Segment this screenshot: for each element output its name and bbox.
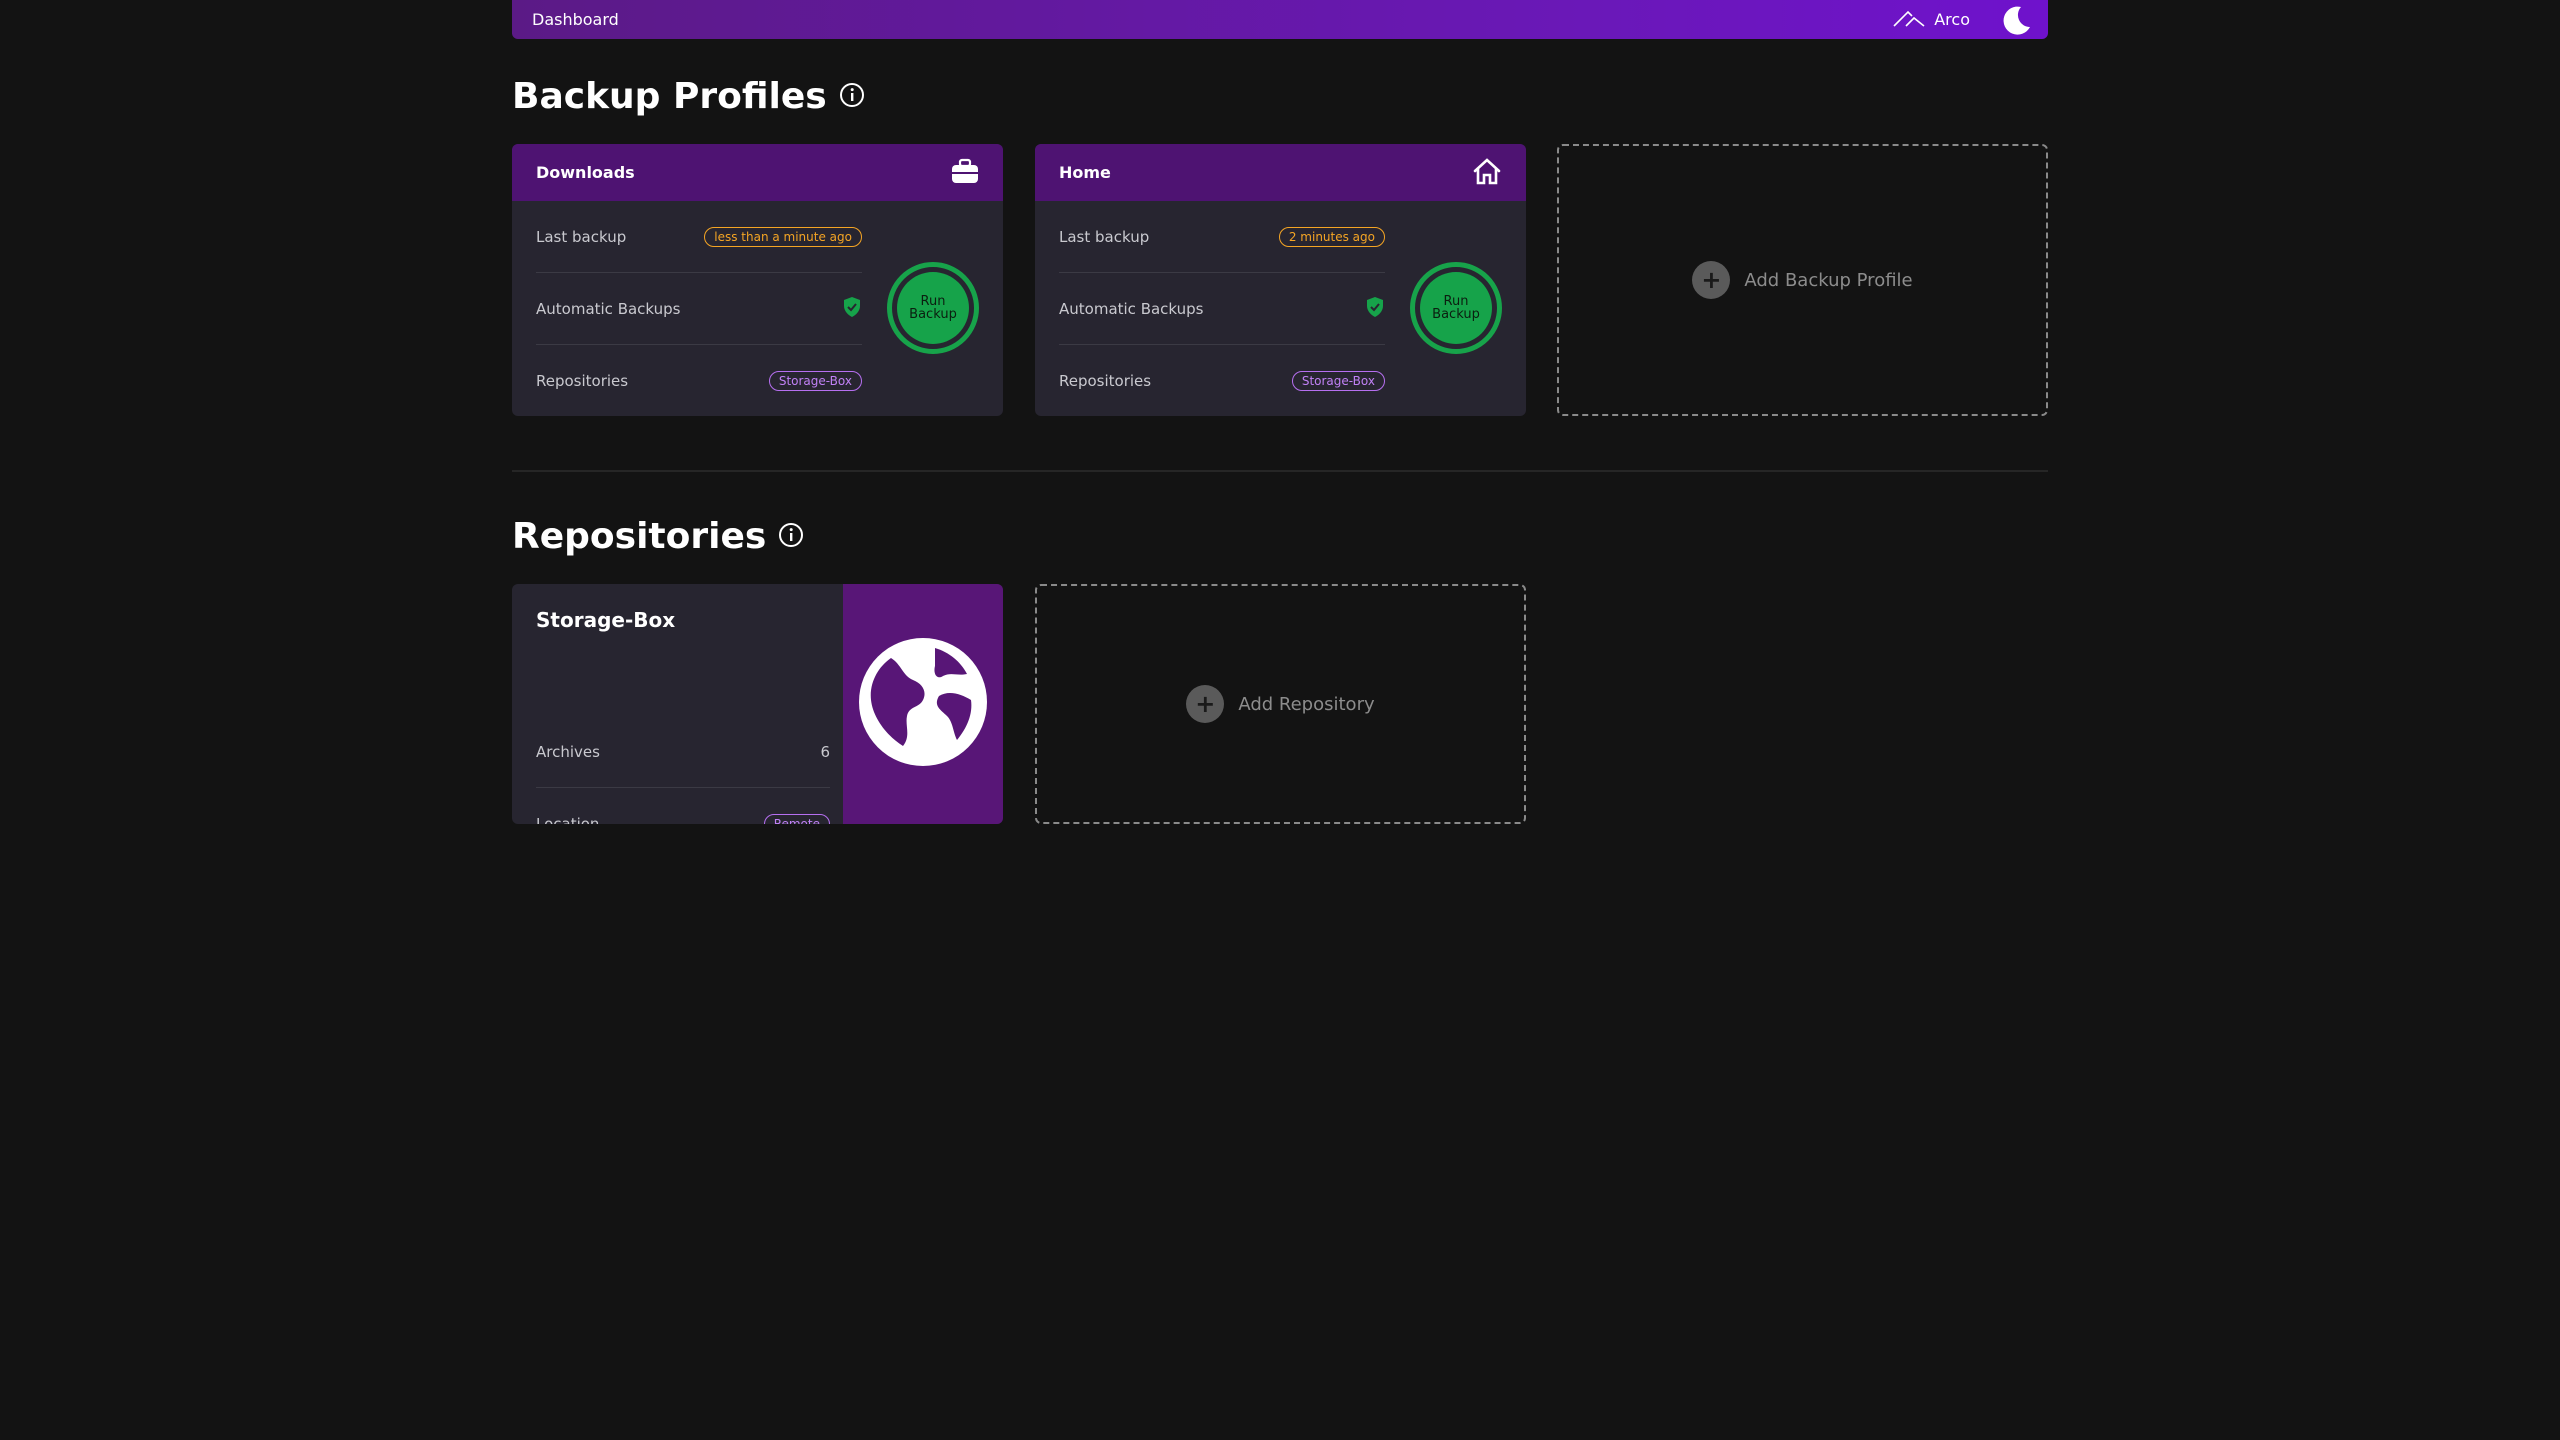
archives-row: Archives 6 [536, 716, 830, 788]
shield-check-icon [1365, 296, 1385, 322]
repository-name: Storage-Box [536, 608, 676, 632]
repositories-row: Repositories Storage-Box [1059, 345, 1385, 416]
repositories-heading: Repositories [512, 516, 804, 557]
profile-name: Downloads [536, 163, 635, 182]
last-backup-row: Last backup less than a minute ago [536, 201, 862, 273]
profile-name: Home [1059, 163, 1111, 182]
user-name: Arco [1934, 10, 1970, 29]
add-repository-button[interactable]: + Add Repository [1035, 584, 1526, 824]
last-backup-badge: less than a minute ago [704, 226, 862, 247]
profile-card-downloads[interactable]: Downloads Last backup less than a minute… [512, 144, 1003, 416]
repositories-row: Repositories Storage-Box [536, 345, 862, 416]
dashboard: Dashboard Arco Backup Profiles Downloads [512, 0, 2048, 824]
breadcrumb[interactable]: Dashboard [532, 10, 619, 29]
run-backup-button[interactable]: Run Backup [1410, 262, 1502, 354]
repository-tag[interactable]: Storage-Box [1291, 371, 1385, 391]
home-icon [1472, 157, 1502, 189]
profile-card-header[interactable]: Downloads [512, 144, 1003, 201]
automatic-backups-row: Automatic Backups [536, 273, 862, 345]
location-badge: Remote [763, 814, 830, 824]
arco-logo-icon [1892, 8, 1926, 32]
info-icon[interactable] [778, 516, 804, 557]
repository-tag[interactable]: Storage-Box [768, 371, 862, 391]
location-row: Location Remote [536, 788, 830, 824]
globe-icon [857, 636, 989, 772]
repository-card-storage-box[interactable]: Storage-Box Archives 6 Location Remote [512, 584, 1003, 824]
plus-icon: + [1692, 261, 1731, 299]
info-icon[interactable] [839, 76, 865, 117]
plus-icon: + [1186, 685, 1225, 723]
last-backup-row: Last backup 2 minutes ago [1059, 201, 1385, 273]
moon-icon[interactable] [1998, 2, 2034, 38]
run-backup-button[interactable]: Run Backup [887, 262, 979, 354]
automatic-backups-row: Automatic Backups [1059, 273, 1385, 345]
add-backup-profile-button[interactable]: + Add Backup Profile [1557, 144, 2048, 416]
profile-card-home[interactable]: Home Last backup 2 minutes ago Automatic… [1035, 144, 1526, 416]
briefcase-icon [951, 158, 979, 188]
section-divider [512, 470, 2048, 472]
last-backup-badge: 2 minutes ago [1278, 226, 1385, 247]
user-menu[interactable]: Arco [1892, 8, 1970, 32]
repository-icon-panel [843, 584, 1003, 824]
top-bar: Dashboard Arco [512, 0, 2048, 39]
profile-card-header[interactable]: Home [1035, 144, 1526, 201]
backup-profiles-heading: Backup Profiles [512, 76, 865, 117]
shield-check-icon [842, 296, 862, 322]
archives-count: 6 [820, 742, 830, 761]
